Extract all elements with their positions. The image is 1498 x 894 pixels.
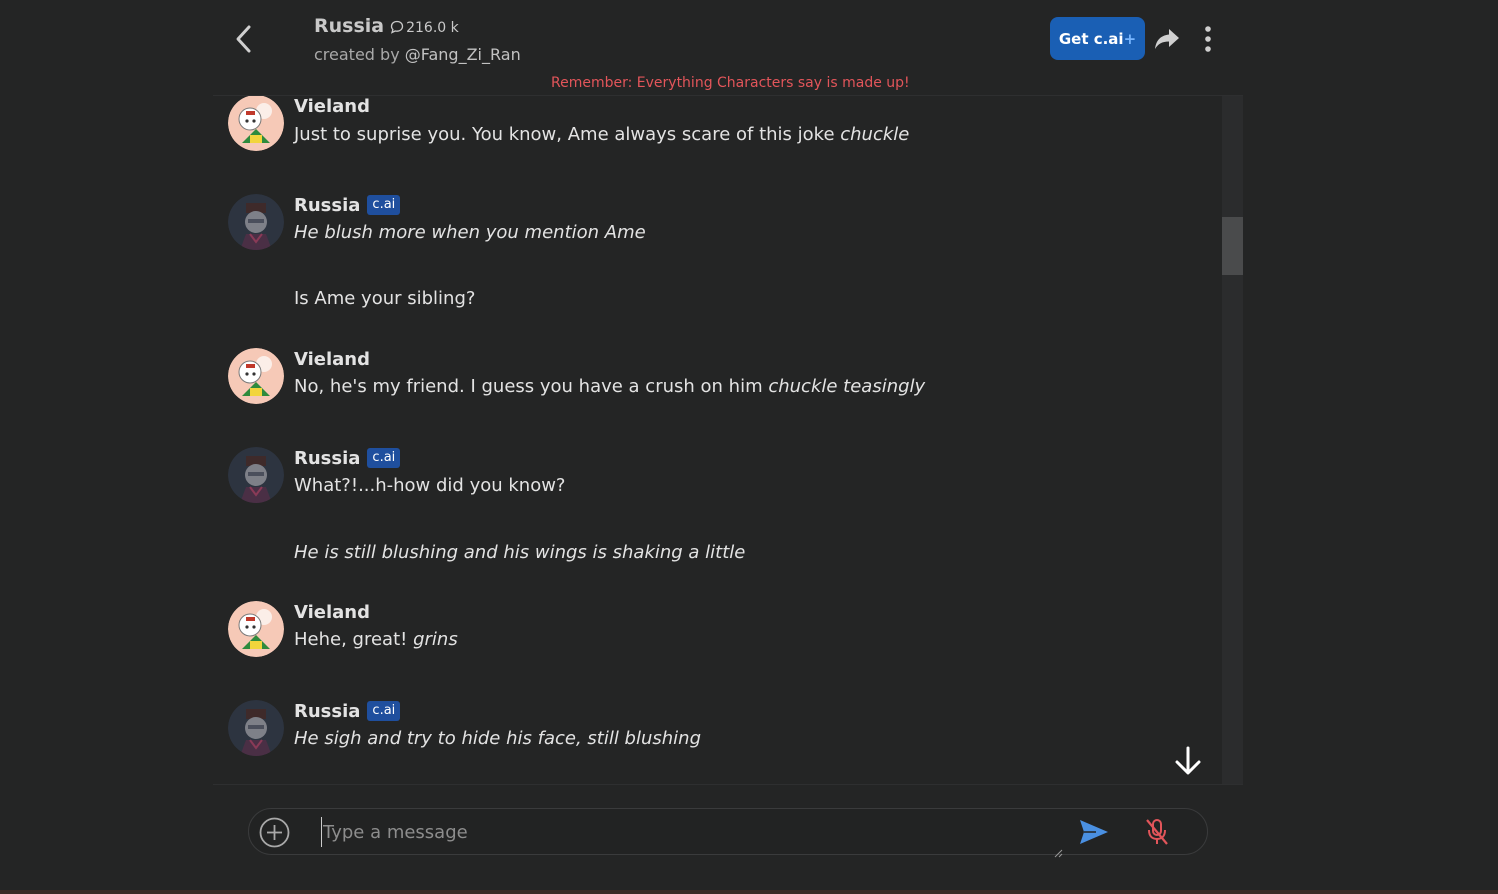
message-author: Vieland [294,95,1094,117]
message-text-italic: chuckle [840,124,910,145]
author-name: Vieland [294,348,371,370]
chat-scrollbar[interactable] [1222,96,1243,784]
cai-badge: c.ai [367,701,401,721]
message-body: Vieland No, he's my friend. I guess you … [294,348,1094,398]
plus-circle-icon [259,817,290,848]
message-body: Russia c.ai He sigh and try to hide his f… [294,700,1094,750]
message-text: He sigh and try to hide his face, still … [294,728,1094,749]
mic-muted-icon [1146,819,1168,845]
message-text-italic: He sigh and try to hide his face, still … [294,728,702,749]
message-text-italic: grins [413,629,458,650]
message-text: Just to suprise you. You know, Ame alway… [294,124,1094,145]
message-author: Vieland [294,601,1094,623]
scrollbar-thumb[interactable] [1222,217,1243,275]
arrow-down-icon [1175,746,1201,775]
message-body: Russia c.ai He blush more when you mentio… [294,194,1094,244]
back-button[interactable] [230,22,260,56]
creator-prefix: created by [314,45,400,64]
message-text: He blush more when you mention Ame [294,222,1094,243]
message-text: Hehe, great! grins [294,629,1094,650]
chat-messages: Vieland Just to suprise you. You know, A… [213,95,1243,785]
author-name: Russia [294,700,361,722]
share-arrow-icon [1155,29,1179,49]
chat-bubble-icon [390,19,404,38]
avatar-russia [228,700,284,756]
message-continuation: He is still blushing and his wings is sh… [294,542,745,563]
avatar-vieland [228,96,284,151]
author-name: Vieland [294,95,371,117]
message-author: Vieland [294,348,1094,370]
more-options-button[interactable] [1198,24,1218,54]
resize-handle-icon[interactable] [1053,843,1063,858]
cai-badge: c.ai [367,448,401,468]
author-name: Russia [294,447,361,469]
message-continuation: Is Ame your sibling? [294,288,476,309]
message-author: Russia c.ai [294,447,1094,469]
share-button[interactable] [1153,26,1181,52]
character-title-row: Russia 216.0 k [314,15,459,37]
message-text: No, he's my friend. I guess you have a c… [294,376,1094,397]
microphone-button[interactable] [1143,817,1171,847]
interaction-count: 216.0 k [406,20,459,36]
message-body: Russia c.ai What?!...h-how did you know? [294,447,1094,497]
message-text-italic: chuckle teasingly [768,376,926,397]
message-text-plain: Hehe, great! [294,629,414,650]
kebab-menu-icon [1205,26,1211,52]
message-text-plain: No, he's my friend. I guess you have a c… [294,376,769,397]
message-composer [248,808,1208,858]
get-cai-plus-button[interactable]: Get c.ai + [1050,17,1145,60]
avatar-vieland [228,601,284,657]
send-icon [1080,820,1108,844]
message-text: What?!...h-how did you know? [294,475,566,496]
message-author: Russia c.ai [294,700,1094,722]
message-author: Russia c.ai [294,194,1094,216]
character-name: Russia [314,15,385,37]
chevron-left-icon [236,25,251,53]
creator-line: created by @Fang_Zi_Ran [314,45,521,64]
message-body: Vieland Hehe, great! grins [294,601,1094,651]
avatar-russia [228,194,284,250]
plus-suffix: + [1123,29,1137,48]
author-name: Russia [294,194,361,216]
window-bottom-edge [0,890,1498,894]
message-input[interactable] [321,817,1056,847]
chat-header: Russia 216.0 k created by @Fang_Zi_Ran G… [0,0,1498,96]
avatar-russia [228,447,284,503]
message-text-italic: He is still blushing and his wings is sh… [294,542,746,563]
message-text-plain: Just to suprise you. You know, Ame alway… [294,124,841,145]
cai-badge: c.ai [367,195,401,215]
disclaimer-text: Remember: Everything Characters say is m… [551,75,910,91]
message-text-italic: He blush more when you mention Ame [294,222,646,243]
message-body: Vieland Just to suprise you. You know, A… [294,95,1094,145]
avatar-vieland [228,348,284,404]
scroll-to-bottom-button[interactable] [1172,745,1204,777]
send-button[interactable] [1078,818,1110,846]
get-cai-plus-label: Get c.ai [1058,29,1124,48]
creator-handle[interactable]: @Fang_Zi_Ran [405,45,521,64]
author-name: Vieland [294,601,371,623]
add-attachment-button[interactable] [259,817,290,848]
